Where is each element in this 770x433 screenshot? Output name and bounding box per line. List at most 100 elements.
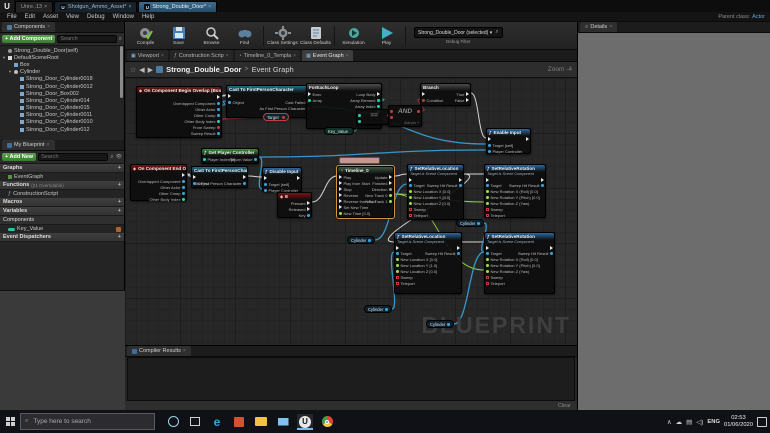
menu-item-help[interactable]: Help <box>138 14 158 20</box>
close-icon[interactable]: × <box>161 53 164 59</box>
int-pin[interactable] <box>217 119 220 123</box>
int-pin[interactable] <box>203 157 206 161</box>
exec-pin[interactable] <box>466 98 469 102</box>
visibility-filter-icon[interactable]: 👁 <box>116 154 122 160</box>
exec-pin[interactable] <box>217 95 220 99</box>
node-and[interactable]: AND Add pin + <box>388 105 422 127</box>
pin-row[interactable]: Teleport <box>409 213 428 219</box>
float-pin[interactable] <box>486 264 489 267</box>
add-icon[interactable]: + <box>118 182 121 188</box>
tab-my-blueprint[interactable]: My Blueprint × <box>2 140 55 150</box>
bool-pin[interactable] <box>390 115 393 119</box>
close-icon[interactable]: × <box>44 4 47 10</box>
float-pin[interactable] <box>486 258 489 261</box>
float-pin[interactable] <box>409 190 412 193</box>
float-pin[interactable] <box>486 196 489 199</box>
close-icon[interactable]: × <box>128 4 131 10</box>
pin-row[interactable]: Teleport <box>396 281 415 287</box>
doc-tab-viewport[interactable]: ▣ Viewport × <box>127 50 168 61</box>
component-row-strong-door-cylinder012[interactable]: Strong_Door_Cylinder012 <box>2 126 124 133</box>
add-icon[interactable]: + <box>118 199 121 205</box>
pin-row[interactable]: Other Body Index <box>149 196 185 202</box>
bp-item-eventgraph[interactable]: EventGraph <box>0 173 124 181</box>
pin-row[interactable]: New Track 1 <box>365 198 392 204</box>
exec-pin[interactable] <box>339 181 342 185</box>
pin-row[interactable]: Key <box>299 212 310 218</box>
object-pin[interactable] <box>488 143 491 147</box>
close-icon[interactable]: × <box>609 24 612 30</box>
boolbox-pin[interactable] <box>409 208 412 211</box>
node-cast-fpc-2[interactable]: Cast To FirstPersonCharacterObjectAs Fir… <box>191 166 248 188</box>
taskbar-icon-folder[interactable] <box>253 414 269 430</box>
exec-pin[interactable] <box>377 92 380 96</box>
doc-tab-timeline-0-templa[interactable]: ◔ Timeline_0_Templa × <box>234 50 301 61</box>
pin-row[interactable]: Sweep Hit Result <box>425 251 460 257</box>
pin-row[interactable] <box>390 114 395 120</box>
taskbar-icon-taskview[interactable] <box>187 414 203 430</box>
object-pin[interactable] <box>254 157 257 161</box>
volume-icon[interactable]: ◁) <box>696 418 703 426</box>
close-icon[interactable]: × <box>183 348 186 354</box>
object-pin[interactable] <box>457 252 460 255</box>
taskbar-icon-unreal[interactable]: U <box>297 413 313 430</box>
doc-tab-construction-scrip[interactable]: ƒ Construction Scrip × <box>169 50 233 61</box>
exec-pin[interactable] <box>488 137 491 141</box>
tab-compiler-results[interactable]: Compiler Results × <box>127 346 191 356</box>
expander-icon[interactable]: ▾ <box>2 55 6 61</box>
component-row-strong-door-cylinder014[interactable]: Strong_Door_Cylinder014 <box>2 97 124 104</box>
object-pin[interactable] <box>217 101 220 105</box>
node-set-rel-loc-2[interactable]: ƒ SetRelativeLocation Target is Scene Comp… <box>394 232 462 294</box>
toolbar-button-simulation[interactable]: Simulation <box>337 23 370 49</box>
float-pin[interactable] <box>486 270 489 273</box>
components-search-input[interactable] <box>57 35 117 43</box>
node-timeline-0[interactable]: ◔ Timeline_0 Play Play from Start Stop Revers… <box>336 165 395 219</box>
section-macros[interactable]: Macros + <box>0 198 124 207</box>
toolbar-button-find[interactable]: Find <box>228 23 261 49</box>
component-row-cylinder[interactable]: ▾ Cylinder <box>2 69 124 76</box>
bool-pin[interactable] <box>217 125 220 129</box>
float-pin[interactable] <box>339 211 342 215</box>
pin-row[interactable] <box>416 108 420 114</box>
tab-details[interactable]: ⌕ Details × <box>580 22 618 32</box>
toolbar-button-browse[interactable]: Browse <box>195 23 228 49</box>
int-pin[interactable] <box>182 197 185 201</box>
exec-pin[interactable] <box>466 92 469 96</box>
clock[interactable]: 02:53 01/06/2020 <box>724 415 753 428</box>
float-pin[interactable] <box>486 190 489 193</box>
pin-row[interactable]: Player Controller <box>488 148 522 154</box>
bool-pin[interactable] <box>422 98 425 102</box>
pin-row[interactable]: Sweep Hit Result <box>518 251 553 257</box>
clear-button[interactable]: Clear <box>558 403 571 409</box>
object-pin[interactable] <box>182 191 185 195</box>
section-variables[interactable]: Variables + <box>0 207 124 216</box>
capsule-target-ref[interactable]: Target <box>263 113 289 121</box>
pin-row[interactable]: Teleport <box>486 281 505 287</box>
component-row-strong-door-box002[interactable]: Strong_Door_Box002 <box>2 90 124 97</box>
exec-pin[interactable] <box>339 199 342 203</box>
breadcrumb-leaf[interactable]: Event Graph <box>252 65 294 74</box>
exec-pin[interactable] <box>182 173 185 177</box>
node-disable-input[interactable]: ƒ Disable Input Target [self] Player Contro… <box>262 167 302 193</box>
section-event-dispatchers[interactable]: Event Dispatchers + <box>0 233 124 242</box>
exec-pin[interactable] <box>389 175 392 179</box>
object-pin[interactable] <box>541 184 544 187</box>
pin-row[interactable]: As First Person Character <box>259 105 310 111</box>
bp-item-key-value[interactable]: Key_Value <box>0 225 124 233</box>
boolbox-pin[interactable] <box>396 276 399 279</box>
pin-row[interactable]: False <box>455 97 469 103</box>
object-pin[interactable] <box>182 185 185 189</box>
exec-pin[interactable] <box>550 245 553 250</box>
component-row-defaultsceneroot[interactable]: ▾ DefaultSceneRoot <box>2 54 124 61</box>
debug-target-select[interactable]: Strong_Double_Door (selected) ▾ ⌕ <box>414 27 503 38</box>
toolbar-button-class-defaults[interactable]: Class Defaults <box>299 23 332 49</box>
exec-pin[interactable] <box>264 176 267 180</box>
boolbox-pin[interactable] <box>486 214 489 217</box>
exec-pin[interactable] <box>459 177 462 182</box>
exec-pin[interactable] <box>526 137 529 141</box>
object-pin[interactable] <box>396 252 399 255</box>
window-tab-unre-13[interactable]: Unre..13 × <box>15 1 54 12</box>
language-indicator[interactable]: ENG <box>707 419 720 425</box>
float-pin[interactable] <box>396 270 399 273</box>
component-row-strong-door-cylinder0012[interactable]: Strong_Door_Cylinder0012 <box>2 83 124 90</box>
pin-row[interactable] <box>358 118 363 124</box>
